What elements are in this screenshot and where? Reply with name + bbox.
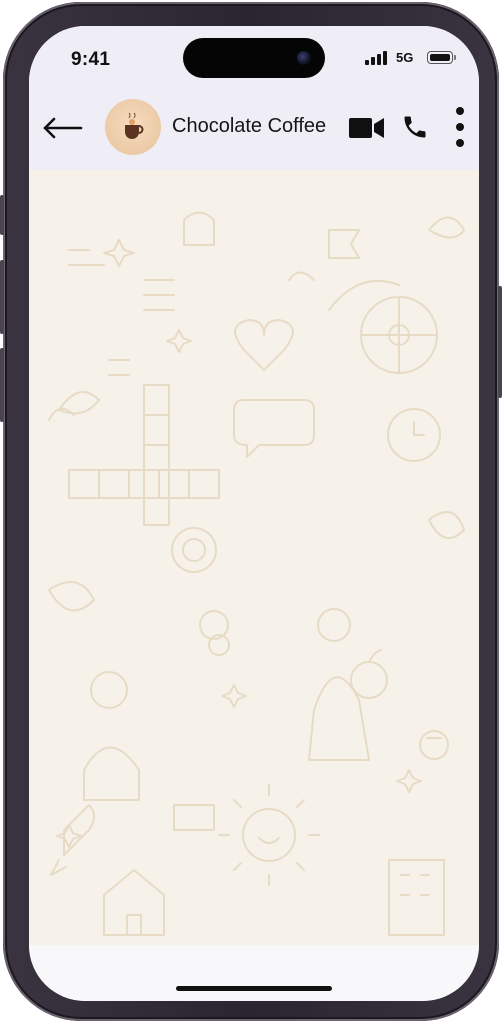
video-call-button[interactable] <box>348 115 386 141</box>
front-camera-icon <box>297 51 311 65</box>
battery-icon <box>427 51 456 64</box>
action-button <box>0 195 4 235</box>
phone-call-icon <box>404 116 426 138</box>
bottom-bar <box>29 945 479 1001</box>
status-time: 9:41 <box>71 49 111 70</box>
network-type: 5G <box>396 50 414 65</box>
chat-area[interactable] <box>29 170 479 945</box>
back-button[interactable] <box>41 108 85 148</box>
phone-frame: 9:41 5G Chocolate Coffee <box>0 2 502 1021</box>
more-options-icon <box>456 107 464 147</box>
contact-avatar[interactable] <box>105 99 161 155</box>
doodle-wallpaper <box>48 211 465 936</box>
phone-call-button[interactable] <box>401 112 429 142</box>
more-options-button[interactable] <box>451 105 469 149</box>
back-arrow-icon <box>43 117 83 139</box>
cellular-signal-icon <box>365 51 387 65</box>
dynamic-island <box>183 38 325 78</box>
status-bar: 9:41 5G <box>29 26 479 88</box>
volume-up-button <box>0 260 4 334</box>
chat-header: Chocolate Coffee <box>29 88 479 170</box>
volume-down-button <box>0 348 4 422</box>
contact-name[interactable]: Chocolate Coffee <box>172 115 326 138</box>
home-indicator[interactable] <box>176 986 332 991</box>
coffee-cup-icon <box>125 112 144 139</box>
power-button <box>498 286 502 398</box>
video-call-icon <box>349 118 384 138</box>
screen: 9:41 5G Chocolate Coffee <box>29 26 479 1001</box>
